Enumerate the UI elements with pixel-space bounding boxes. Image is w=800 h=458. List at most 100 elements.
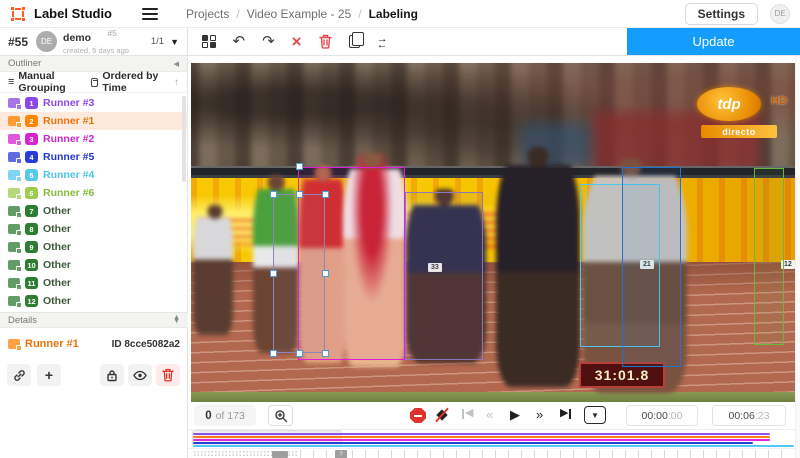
previous-keyframe-button[interactable]: « [486, 408, 493, 421]
redo-icon[interactable]: ↷ [262, 34, 275, 49]
collapse-timeline-button[interactable]: ▼ [584, 406, 606, 424]
ruler-tick [625, 450, 626, 458]
region-row[interactable]: 2Runner #1 [0, 112, 188, 130]
collapse-panel-icon[interactable]: ◀ [174, 60, 179, 68]
timeline-region-track[interactable] [193, 439, 770, 441]
add-relation-button[interactable]: + [37, 364, 61, 386]
region-shape-icon [8, 116, 20, 126]
delete-annotation-icon[interactable] [319, 34, 332, 49]
region-shape-icon [8, 170, 20, 180]
region-row[interactable]: 9Other [0, 238, 188, 256]
user-avatar[interactable]: DE [770, 4, 790, 24]
ruler-marker: ? [335, 450, 347, 458]
region-row[interactable]: 5Runner #4 [0, 166, 188, 184]
region-shape-icon [8, 134, 20, 144]
breadcrumb-projects[interactable]: Projects [186, 7, 229, 21]
region-row[interactable]: 6Runner #6 [0, 184, 188, 202]
lock-region-button[interactable] [100, 364, 124, 386]
ruler-tick [586, 450, 587, 458]
keyframe-toggle-icon[interactable] [410, 408, 426, 423]
undo-icon[interactable]: ↶ [233, 34, 246, 49]
next-keyframe-button[interactable]: » [536, 408, 543, 421]
frame-zoom-button[interactable] [268, 405, 293, 426]
timeline-region-track[interactable] [193, 442, 753, 444]
region-row[interactable]: 4Runner #5 [0, 148, 188, 166]
annotator-name: demo [63, 32, 91, 44]
region-row[interactable]: 10Other [0, 256, 188, 274]
update-button[interactable]: Update [627, 28, 800, 55]
timeline-region-track[interactable] [193, 433, 770, 435]
region-actions: + [0, 364, 188, 388]
annotation-dropdown-icon[interactable]: ▼ [170, 37, 179, 47]
annotation-pager: 1/1 [151, 36, 164, 47]
reset-icon[interactable]: × [292, 33, 302, 50]
outliner-title: Outliner [8, 58, 41, 69]
ruler-tick [729, 450, 730, 458]
ruler-tick [547, 450, 548, 458]
tab-ordered-by-time[interactable]: Ordered by Time [91, 70, 164, 94]
region-shape-icon [8, 206, 20, 216]
timeline-region-track[interactable] [193, 445, 794, 447]
skip-to-start-button[interactable]: ◀ [462, 408, 473, 419]
resize-handle[interactable] [322, 270, 329, 277]
frame-counter: 0 of 173 [194, 405, 256, 426]
task-toolbar: #55 DE demo #5 created, 5 days ago 1/1 ▼… [0, 28, 800, 56]
breadcrumb-project[interactable]: Video Example - 25 [247, 7, 352, 21]
rotate-handle[interactable] [296, 163, 303, 170]
annotation-number: #5 [107, 29, 116, 38]
menu-icon[interactable] [142, 8, 158, 20]
region-row[interactable]: 11Other [0, 274, 188, 292]
view-all-regions-icon[interactable] [202, 35, 216, 49]
resize-handle[interactable] [296, 350, 303, 357]
sort-direction-icon[interactable]: ↑ [174, 77, 179, 88]
region-box-runner-6[interactable] [754, 168, 784, 345]
delete-region-button[interactable] [156, 364, 180, 386]
app-title: Label Studio [34, 6, 112, 21]
duplicate-icon[interactable] [349, 35, 360, 48]
play-button[interactable]: ▶ [510, 408, 520, 421]
ruler-tick [664, 450, 665, 458]
region-index-badge: 12 [25, 295, 38, 307]
region-label: Runner #4 [43, 169, 94, 181]
timeline-region-track[interactable] [193, 436, 770, 438]
transfer-icon[interactable]: →← [377, 36, 388, 48]
region-row[interactable]: 1Runner #3 [0, 94, 188, 112]
region-box-runner-5[interactable] [622, 167, 681, 367]
region-label: Runner #5 [43, 151, 94, 163]
region-row[interactable]: 8Other [0, 220, 188, 238]
total-frames: of 173 [216, 410, 245, 422]
region-box-runner-1[interactable] [273, 194, 325, 353]
region-id: ID 8cce5082a2 [112, 339, 180, 350]
frame-ruler[interactable]: ? [188, 448, 800, 458]
region-shape-icon [8, 296, 20, 306]
outliner-scrollbar[interactable] [182, 96, 186, 182]
hide-region-button[interactable] [128, 364, 152, 386]
sidebar: Outliner ◀ ≡ Manual Grouping Ordered by … [0, 56, 188, 458]
resize-handle[interactable] [270, 270, 277, 277]
video-frame[interactable]: tdp HD directo 31:01.8 332112 [191, 63, 797, 402]
region-box-runner-3[interactable] [405, 192, 483, 360]
task-number: #55 [8, 35, 28, 49]
tab-manual-grouping[interactable]: ≡ Manual Grouping [8, 70, 81, 94]
resize-handle[interactable] [296, 191, 303, 198]
details-title: Details [8, 315, 37, 326]
details-collapse-icon[interactable]: ▲▼ [173, 316, 180, 324]
resize-handle[interactable] [270, 191, 277, 198]
region-row[interactable]: 3Runner #2 [0, 130, 188, 148]
ruler-tick [534, 450, 535, 458]
region-shape-icon [8, 152, 20, 162]
resize-handle[interactable] [322, 191, 329, 198]
resize-handle[interactable] [270, 350, 277, 357]
skip-to-end-button[interactable]: ▶ [560, 408, 571, 419]
ruler-tick [365, 450, 366, 458]
resize-handle[interactable] [322, 350, 329, 357]
region-label: Runner #3 [43, 97, 94, 109]
ruler-tick [703, 450, 704, 458]
settings-button[interactable]: Settings [685, 3, 758, 25]
regions-timeline[interactable]: ? [188, 430, 800, 458]
remove-keyframe-icon[interactable] [434, 407, 451, 423]
region-row[interactable]: 12Other [0, 292, 188, 310]
ruler-tick [391, 450, 392, 458]
region-row[interactable]: 7Other [0, 202, 188, 220]
link-region-button[interactable] [7, 364, 31, 386]
